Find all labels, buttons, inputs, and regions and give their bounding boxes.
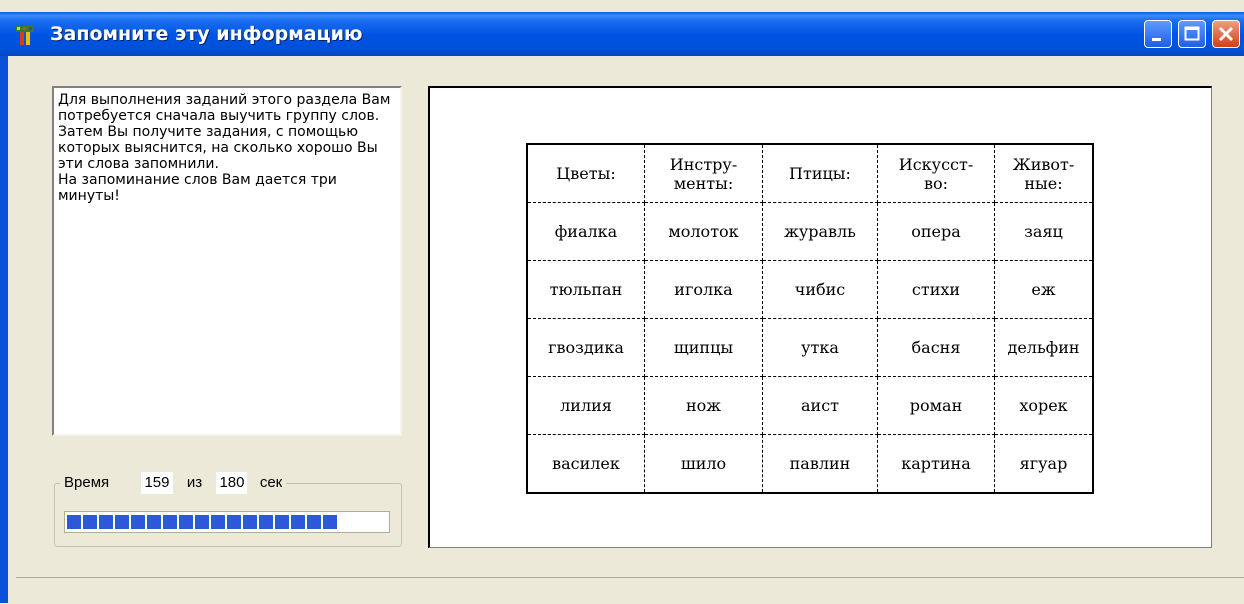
progress-block xyxy=(195,515,209,529)
instructions-textbox[interactable]: Для выполнения заданий этого раздела Вам… xyxy=(52,86,402,436)
table-header-row: Цветы: Инстру- менты: Птицы: Искусст- во: Жи… xyxy=(526,143,1094,203)
table-cell: нож xyxy=(644,376,763,435)
progress-block xyxy=(243,515,257,529)
table-cell: гвоздика xyxy=(526,318,645,377)
instruction-line: На запоминание слов Вам дается три минут… xyxy=(58,172,337,204)
table-header-cell: Искусст- во: xyxy=(877,143,995,203)
table-header-cell: Инстру- менты: xyxy=(644,143,763,203)
close-icon xyxy=(1218,26,1234,42)
table-cell: лилия xyxy=(526,376,645,435)
instruction-line: Затем Вы получите задания, с помощью кот… xyxy=(58,124,378,172)
table-cell: шило xyxy=(644,434,763,494)
progress-fill xyxy=(67,515,387,529)
table-cell: ягуар xyxy=(994,434,1094,494)
status-bar xyxy=(16,577,1244,604)
progress-block xyxy=(179,515,193,529)
table-row: фиалка молоток журавль опера заяц xyxy=(526,202,1094,261)
minimize-button[interactable] xyxy=(1144,20,1172,48)
maximize-icon xyxy=(1184,26,1200,41)
table-cell: еж xyxy=(994,260,1094,319)
table-cell: тюльпан xyxy=(526,260,645,319)
progress-block xyxy=(147,515,161,529)
maximize-button[interactable] xyxy=(1178,20,1206,48)
table-cell: чибис xyxy=(762,260,878,319)
progress-block xyxy=(307,515,321,529)
table-header-cell: Цветы: xyxy=(526,143,645,203)
timer-separator: из xyxy=(186,474,203,491)
title-bar[interactable]: Запомните эту информацию xyxy=(0,12,1244,56)
window-frame xyxy=(0,56,8,603)
progress-block xyxy=(163,515,177,529)
progress-block xyxy=(67,515,81,529)
progress-block xyxy=(323,515,337,529)
progress-block xyxy=(99,515,113,529)
timer-unit: сек xyxy=(259,474,283,491)
timer-current-value: 159 xyxy=(141,472,173,494)
progress-block xyxy=(291,515,305,529)
table-cell: опера xyxy=(877,202,995,261)
progress-block xyxy=(83,515,97,529)
window-title: Запомните эту информацию xyxy=(50,23,363,45)
timer-label: Время 159 из 180 сек xyxy=(60,472,287,494)
table-cell: аист xyxy=(762,376,878,435)
progress-block xyxy=(227,515,241,529)
word-panel: Цветы: Инстру- менты: Птицы: Искусст- во: Жи… xyxy=(428,86,1212,548)
table-header-cell: Живот- ные: xyxy=(994,143,1094,203)
table-cell: басня xyxy=(877,318,995,377)
table-cell: заяц xyxy=(994,202,1094,261)
minimize-icon xyxy=(1152,38,1161,41)
progress-block xyxy=(211,515,225,529)
table-cell: иголка xyxy=(644,260,763,319)
timer-caption: Время xyxy=(64,474,110,491)
progress-block xyxy=(115,515,129,529)
progress-block xyxy=(259,515,273,529)
table-row: василек шило павлин картина ягуар xyxy=(526,434,1094,494)
table-cell: щипцы xyxy=(644,318,763,377)
table-cell: фиалка xyxy=(526,202,645,261)
app-icon xyxy=(14,24,36,46)
timer-progress-bar xyxy=(64,511,390,533)
close-button[interactable] xyxy=(1212,20,1240,48)
table-cell: утка xyxy=(762,318,878,377)
progress-block xyxy=(275,515,289,529)
table-cell: стихи xyxy=(877,260,995,319)
table-cell: картина xyxy=(877,434,995,494)
instruction-line: Для выполнения заданий этого раздела Вам… xyxy=(58,92,391,124)
progress-block xyxy=(131,515,145,529)
table-cell: павлин xyxy=(762,434,878,494)
table-cell: дельфин xyxy=(994,318,1094,377)
table-row: гвоздика щипцы утка басня дельфин xyxy=(526,318,1094,377)
word-table: Цветы: Инстру- менты: Птицы: Искусст- во: Жи… xyxy=(526,143,1094,494)
table-cell: роман xyxy=(877,376,995,435)
table-row: лилия нож аист роман хорек xyxy=(526,376,1094,435)
timer-total-value: 180 xyxy=(216,472,248,494)
table-cell: журавль xyxy=(762,202,878,261)
table-cell: василек xyxy=(526,434,645,494)
table-cell: хорек xyxy=(994,376,1094,435)
table-header-cell: Птицы: xyxy=(762,143,878,203)
table-row: тюльпан иголка чибис стихи еж xyxy=(526,260,1094,319)
table-cell: молоток xyxy=(644,202,763,261)
